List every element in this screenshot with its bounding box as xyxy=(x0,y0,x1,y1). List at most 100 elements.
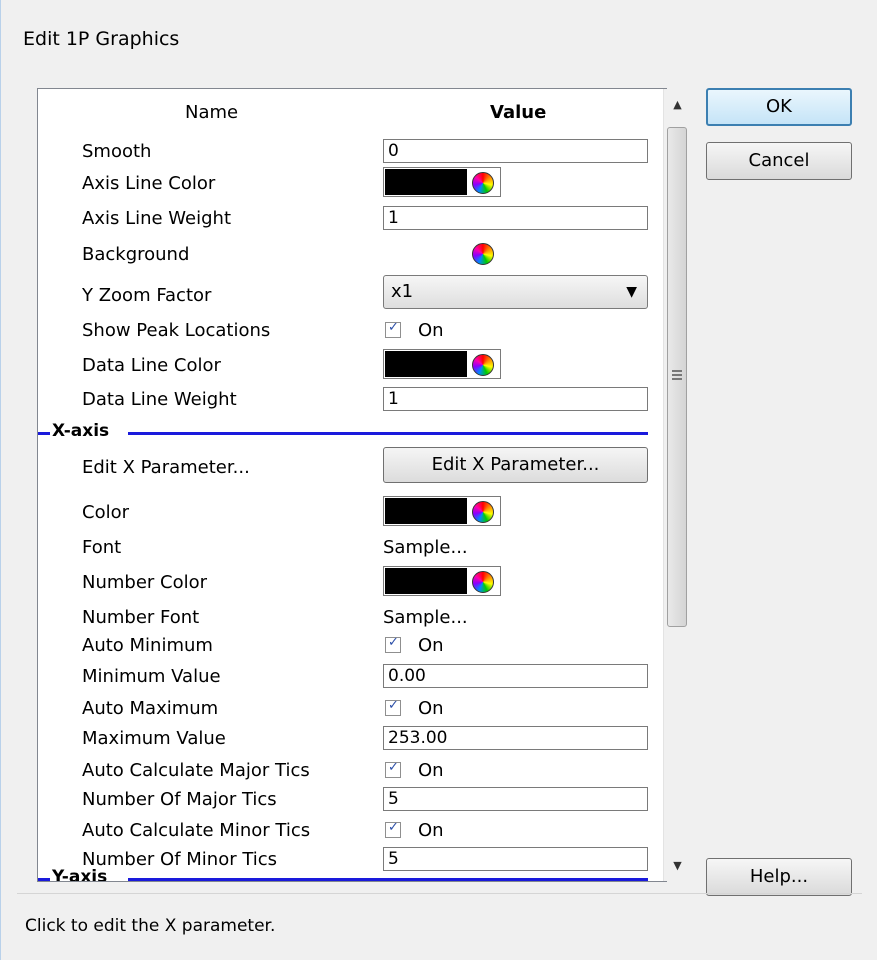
row-label: Minimum Value xyxy=(82,666,221,687)
row-label: Smooth xyxy=(82,141,152,162)
row-axis-line-color[interactable]: Axis Line Color xyxy=(38,167,666,201)
dialog-title: Edit 1P Graphics xyxy=(23,28,180,50)
status-text: Click to edit the X parameter. xyxy=(25,916,276,936)
row-label: Maximum Value xyxy=(82,728,226,749)
row-label: Auto Maximum xyxy=(82,698,219,719)
row-color[interactable]: Color xyxy=(38,494,666,528)
scroll-grip-icon xyxy=(672,370,682,380)
row-label: Axis Line Color xyxy=(82,173,216,194)
color-wheel-icon[interactable] xyxy=(472,243,494,265)
y-zoom-factor-select[interactable]: x1 ▼ xyxy=(383,275,648,309)
row-label: Auto Minimum xyxy=(82,635,213,656)
row-auto-major-tics[interactable]: Auto Calculate Major Tics ✓ On xyxy=(38,758,666,784)
checkbox-label: On xyxy=(418,698,444,719)
minimum-value-input[interactable]: 0.00 xyxy=(383,664,648,688)
dialog-window: Edit 1P Graphics Name Value Smooth 0 Axi… xyxy=(0,0,877,960)
row-show-peak-locations[interactable]: Show Peak Locations ✓ On xyxy=(38,318,666,344)
row-background[interactable]: Background xyxy=(38,238,666,272)
checkbox-label: On xyxy=(418,635,444,656)
auto-maximum-checkbox[interactable]: ✓ xyxy=(385,698,401,716)
section-line xyxy=(128,432,648,435)
cancel-button[interactable]: Cancel xyxy=(706,142,852,180)
color-fill xyxy=(385,498,467,524)
maximum-value-input[interactable]: 253.00 xyxy=(383,726,648,750)
row-label: Number Of Minor Tics xyxy=(82,849,278,870)
row-axis-line-weight[interactable]: Axis Line Weight 1 xyxy=(38,206,666,236)
header-name: Name xyxy=(185,102,239,123)
row-label: Font xyxy=(82,537,122,558)
row-label: Number Color xyxy=(82,572,208,593)
row-auto-maximum[interactable]: Auto Maximum ✓ On xyxy=(38,696,666,722)
background-color-swatch[interactable] xyxy=(383,238,501,268)
row-font[interactable]: Font Sample... xyxy=(38,535,666,563)
status-divider xyxy=(17,893,862,894)
checkbox-label: On xyxy=(418,760,444,781)
axis-line-color-swatch[interactable] xyxy=(383,167,501,197)
checkmark-icon: ✓ xyxy=(388,820,399,835)
checkmark-icon: ✓ xyxy=(388,698,399,713)
checkbox-label: On xyxy=(418,320,444,341)
checkmark-icon: ✓ xyxy=(388,635,399,650)
row-label: Data Line Color xyxy=(82,355,221,376)
section-line xyxy=(128,878,648,881)
help-button[interactable]: Help... xyxy=(706,858,852,896)
color-wheel-icon[interactable] xyxy=(472,354,494,376)
edit-x-parameter-button[interactable]: Edit X Parameter... xyxy=(383,447,648,483)
section-title: Y-axis xyxy=(52,867,108,882)
section-title: X-axis xyxy=(52,421,110,441)
section-x-axis[interactable]: X-axis xyxy=(38,421,666,441)
major-tics-input[interactable]: 5 xyxy=(383,787,648,811)
scroll-down-arrow-icon[interactable]: ▼ xyxy=(664,852,691,879)
section-y-axis[interactable]: Y-axis xyxy=(38,867,666,881)
axis-line-weight-input[interactable]: 1 xyxy=(383,206,648,230)
checkbox-label: On xyxy=(418,820,444,841)
color-fill xyxy=(385,240,467,266)
auto-minimum-checkbox[interactable]: ✓ xyxy=(385,635,401,653)
row-auto-minor-tics[interactable]: Auto Calculate Minor Tics ✓ On xyxy=(38,818,666,844)
row-label: Color xyxy=(82,502,129,523)
vertical-scrollbar[interactable]: ▲ ▼ xyxy=(663,89,690,881)
color-wheel-icon[interactable] xyxy=(472,172,494,194)
auto-minor-tics-checkbox[interactable]: ✓ xyxy=(385,820,401,838)
smooth-input[interactable]: 0 xyxy=(383,139,648,163)
number-color-swatch[interactable] xyxy=(383,566,501,596)
color-fill xyxy=(385,169,467,195)
row-y-zoom-factor[interactable]: Y Zoom Factor x1 ▼ xyxy=(38,275,666,311)
property-grid: Name Value Smooth 0 Axis Line Color Axis… xyxy=(37,88,667,882)
row-number-font[interactable]: Number Font Sample... xyxy=(38,605,666,631)
row-number-color[interactable]: Number Color xyxy=(38,564,666,598)
row-edit-x-parameter[interactable]: Edit X Parameter... Edit X Parameter... xyxy=(38,447,666,485)
row-label: Axis Line Weight xyxy=(82,208,232,229)
grid-header: Name Value xyxy=(38,89,666,129)
row-label: Background xyxy=(82,244,190,265)
section-line xyxy=(38,878,50,881)
row-data-line-weight[interactable]: Data Line Weight 1 xyxy=(38,387,666,417)
row-label: Y Zoom Factor xyxy=(82,285,212,306)
show-peak-locations-checkbox[interactable]: ✓ xyxy=(385,320,401,338)
section-line xyxy=(38,432,50,435)
font-sample[interactable]: Sample... xyxy=(383,537,468,558)
row-minimum-value[interactable]: Minimum Value 0.00 xyxy=(38,664,666,692)
row-label: Data Line Weight xyxy=(82,389,237,410)
row-smooth[interactable]: Smooth 0 xyxy=(38,139,666,169)
row-data-line-color[interactable]: Data Line Color xyxy=(38,349,666,383)
x-color-swatch[interactable] xyxy=(383,496,501,526)
color-fill xyxy=(385,351,467,377)
row-maximum-value[interactable]: Maximum Value 253.00 xyxy=(38,726,666,754)
checkmark-icon: ✓ xyxy=(388,320,399,335)
color-wheel-icon[interactable] xyxy=(472,501,494,523)
minor-tics-input[interactable]: 5 xyxy=(383,847,648,871)
row-number-major-tics[interactable]: Number Of Major Tics 5 xyxy=(38,787,666,815)
data-line-color-swatch[interactable] xyxy=(383,349,501,379)
data-line-weight-input[interactable]: 1 xyxy=(383,387,648,411)
dropdown-arrow-icon[interactable]: ▼ xyxy=(626,276,637,308)
ok-button[interactable]: OK xyxy=(706,88,852,126)
number-font-sample[interactable]: Sample... xyxy=(383,607,468,628)
color-fill xyxy=(385,568,467,594)
scroll-up-arrow-icon[interactable]: ▲ xyxy=(664,91,691,118)
color-wheel-icon[interactable] xyxy=(472,571,494,593)
auto-major-tics-checkbox[interactable]: ✓ xyxy=(385,760,401,778)
select-value: x1 xyxy=(391,281,414,302)
row-auto-minimum[interactable]: Auto Minimum ✓ On xyxy=(38,633,666,659)
row-label: Show Peak Locations xyxy=(82,320,271,341)
